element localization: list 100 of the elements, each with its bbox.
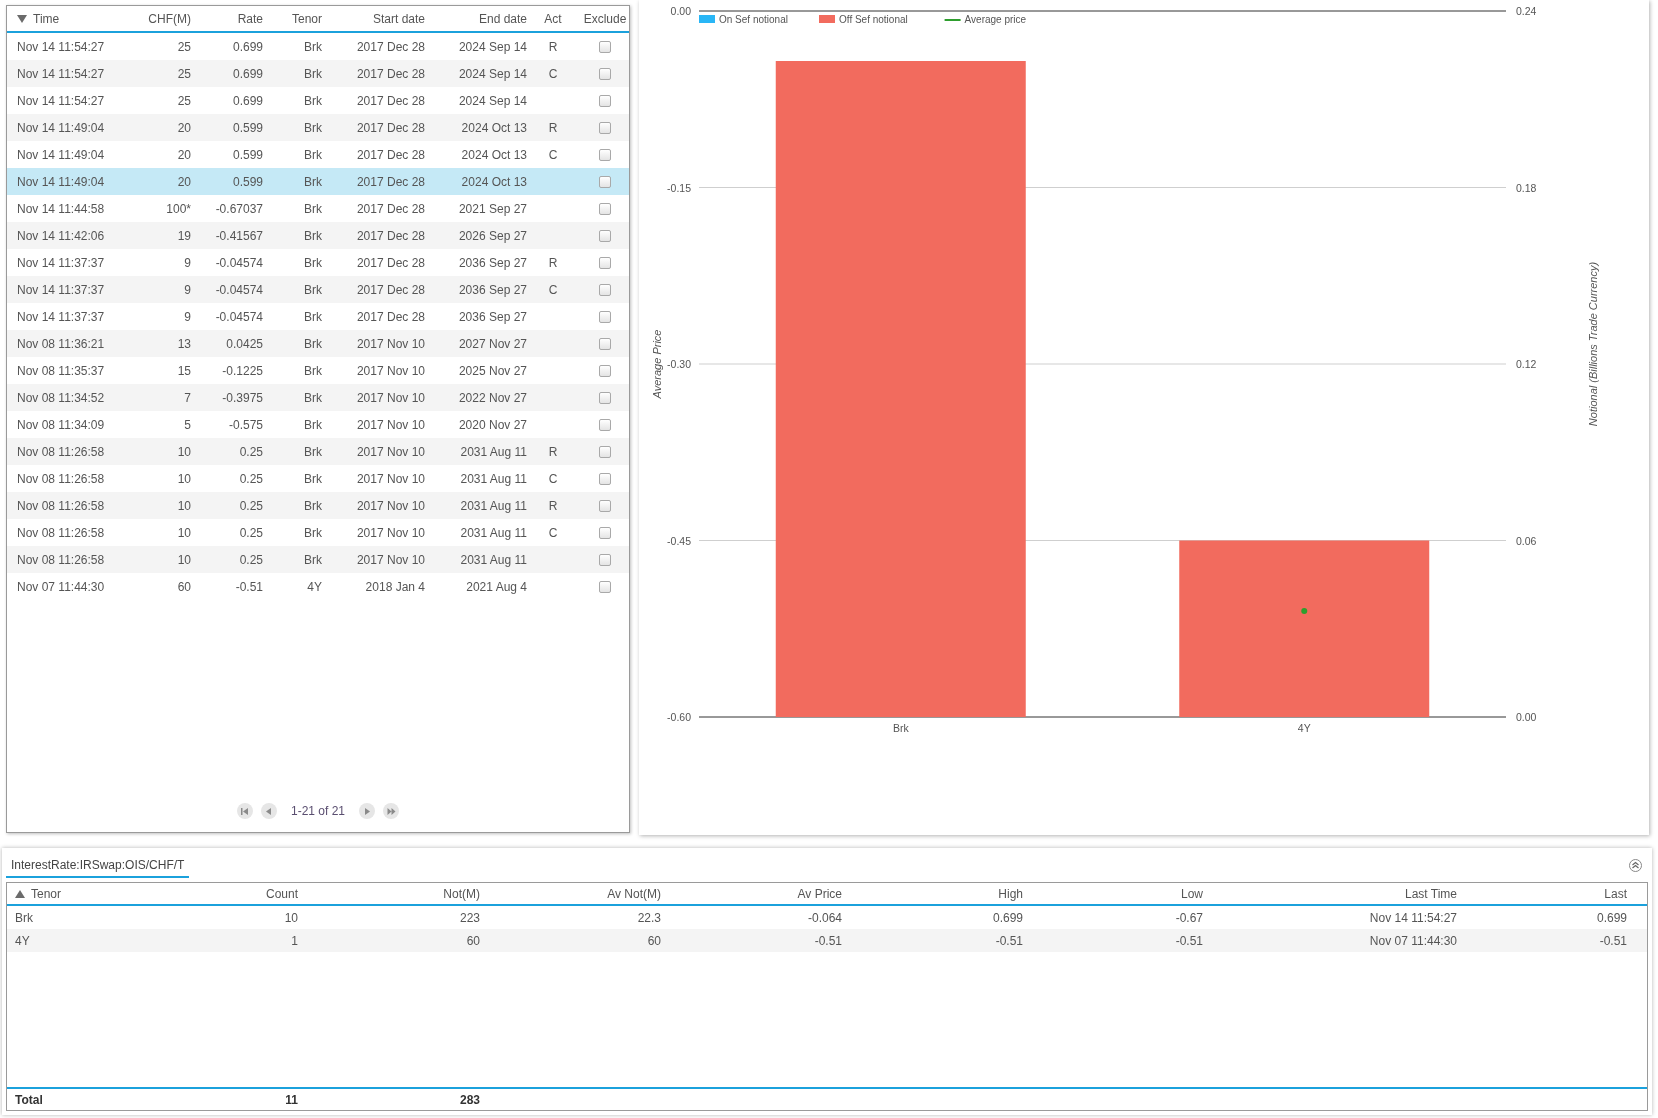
exclude-checkbox[interactable] [599,553,611,566]
legend-item[interactable]: Average price [944,14,1027,25]
exclude-checkbox[interactable] [599,310,611,323]
collapse-icon[interactable] [1629,859,1642,872]
exclude-checkbox[interactable] [599,256,611,269]
column-header[interactable]: Last Time [1404,884,1457,903]
table-cell: Nov 14 11:54:27 [17,39,105,54]
table-cell: -0.51 [235,579,263,594]
trade-row[interactable]: Nov 08 11:26:58 10 0.25 Brk 2017 Nov 10 2031 Aug 11 [7,546,629,573]
trade-row[interactable]: Nov 08 11:36:21 13 0.0425 Brk 2017 Nov 10 2027 Nov 27 [7,330,629,357]
trade-row[interactable]: Nov 08 11:26:58 10 0.25 Brk 2017 Nov 10 2031 Aug 11 C [7,519,629,546]
trade-row[interactable]: Nov 14 11:44:58 100* -0.67037 Brk 2017 Dec 28 2021 Sep 27 [7,195,629,222]
column-header[interactable]: High [998,884,1023,903]
table-cell: 9 [184,309,191,324]
column-header[interactable]: Start date [372,9,425,28]
exclude-checkbox[interactable] [599,202,611,215]
column-header[interactable]: Count [265,884,298,903]
exclude-checkbox[interactable] [599,364,611,377]
column-header[interactable]: Not(M) [443,884,480,903]
axis-tick-label: 0.00 [1516,711,1537,723]
table-cell: 0.699 [232,39,263,54]
table-cell: Brk [304,228,322,243]
column-header[interactable]: Av Price [797,884,842,903]
panel-tab[interactable]: InterestRate:IRSwap:OIS/CHF/T [6,854,190,878]
trade-row[interactable]: Nov 08 11:26:58 10 0.25 Brk 2017 Nov 10 2031 Aug 11 R [7,492,629,519]
last-page-button[interactable] [383,803,399,819]
table-cell: Brk [304,201,322,216]
table-cell: 10 [177,471,191,486]
table-cell: Brk [304,174,322,189]
table-cell: Nov 07 11:44:30 [1369,933,1457,948]
column-header[interactable]: Low [1181,884,1203,903]
table-cell: Brk [304,147,322,162]
exclude-checkbox[interactable] [599,94,611,107]
table-cell: 2020 Nov 27 [458,417,527,432]
trade-row[interactable]: Nov 14 11:54:27 25 0.699 Brk 2017 Dec 28 2024 Sep 14 R [7,33,629,60]
trade-row[interactable]: Nov 07 11:44:30 60 -0.51 4Y 2018 Jan 4 2021 Aug 4 [7,573,629,600]
table-cell: Nov 14 11:37:37 [17,255,105,270]
axis-tick-label: -0.15 [667,181,691,194]
column-header[interactable]: Tenor [31,884,62,903]
trade-row[interactable]: Nov 14 11:37:37 9 -0.04574 Brk 2017 Dec 28 2036 Sep 27 [7,303,629,330]
table-cell: 2031 Aug 11 [460,444,527,459]
trade-row[interactable]: Nov 08 11:26:58 10 0.25 Brk 2017 Nov 10 2031 Aug 11 R [7,438,629,465]
axis-tick-label: -0.45 [667,534,691,547]
trade-row[interactable]: Nov 14 11:49:04 20 0.599 Brk 2017 Dec 28 2024 Oct 13 C [7,141,629,168]
first-page-button[interactable] [236,803,253,819]
column-header[interactable]: Tenor [291,9,322,28]
column-header[interactable]: Time [33,9,60,28]
table-cell: Nov 14 11:54:27 [1369,910,1457,925]
table-cell: Nov 08 11:26:58 [17,525,105,540]
column-header[interactable]: Exclude [583,9,627,28]
trade-row[interactable]: Nov 14 11:54:27 25 0.699 Brk 2017 Dec 28 2024 Sep 14 C [7,60,629,87]
trade-row[interactable]: Nov 14 11:37:37 9 -0.04574 Brk 2017 Dec 28 2036 Sep 27 R [7,249,629,276]
exclude-checkbox[interactable] [599,337,611,350]
exclude-checkbox[interactable] [599,445,611,458]
total-cell: Total [15,1092,43,1107]
table-cell: 13 [177,336,191,351]
exclude-checkbox[interactable] [599,283,611,296]
exclude-checkbox[interactable] [599,40,611,53]
exclude-checkbox[interactable] [599,148,611,161]
trade-row[interactable]: Nov 14 11:54:27 25 0.699 Brk 2017 Dec 28 2024 Sep 14 [7,87,629,114]
trade-row[interactable]: Nov 14 11:42:06 19 -0.41567 Brk 2017 Dec 28 2026 Sep 27 [7,222,629,249]
exclude-checkbox[interactable] [599,229,611,242]
exclude-checkbox[interactable] [599,499,611,512]
column-header[interactable]: CHF(M) [148,9,191,28]
table-cell: 20 [177,147,191,162]
trade-row[interactable]: Nov 08 11:26:58 10 0.25 Brk 2017 Nov 10 2031 Aug 11 C [7,465,629,492]
axis-tick-label: 0.24 [1516,5,1537,17]
table-cell: Brk [304,390,322,405]
trade-row[interactable]: Nov 14 11:49:04 20 0.599 Brk 2017 Dec 28 2024 Oct 13 R [7,114,629,141]
table-cell: Nov 07 11:44:30 [17,579,105,594]
previous-page-button[interactable] [260,803,277,819]
exclude-checkbox[interactable] [599,175,611,188]
next-page-button[interactable] [359,803,375,819]
exclude-checkbox[interactable] [599,391,611,404]
table-cell: 60 [466,933,480,948]
exclude-checkbox[interactable] [599,526,611,539]
trade-row[interactable]: Nov 14 11:37:37 9 -0.04574 Brk 2017 Dec 28 2036 Sep 27 C [7,276,629,303]
exclude-checkbox[interactable] [599,472,611,485]
table-cell: 223 [459,910,480,925]
trade-row[interactable]: Nov 08 11:35:37 15 -0.1225 Brk 2017 Nov 10 2025 Nov 27 [7,357,629,384]
table-cell: R [548,498,558,513]
exclude-checkbox[interactable] [599,580,611,593]
column-header[interactable]: End date [478,9,527,28]
column-header[interactable]: Rate [237,9,263,28]
column-header[interactable]: Av Not(M) [607,884,661,903]
exclude-checkbox[interactable] [599,121,611,134]
exclude-checkbox[interactable] [599,67,611,80]
table-cell: Nov 08 11:35:37 [17,363,105,378]
last-page-icon [386,806,396,816]
table-cell: Nov 14 11:49:04 [17,174,105,189]
trade-row[interactable]: Nov 14 11:49:04 20 0.599 Brk 2017 Dec 28 2024 Oct 13 [7,168,629,195]
exclude-checkbox[interactable] [599,418,611,431]
legend-item[interactable]: On Sef notional [699,14,788,25]
column-header[interactable]: Act [544,9,562,28]
table-cell: 10 [284,910,298,925]
axis-title: Notional (Billions Trade Currency) [1587,261,1599,427]
legend-item[interactable]: Off Sef notional [819,14,908,25]
trade-row[interactable]: Nov 08 11:34:09 5 -0.575 Brk 2017 Nov 10 2020 Nov 27 [7,411,629,438]
column-header[interactable]: Last [1604,884,1627,903]
trade-row[interactable]: Nov 08 11:34:52 7 -0.3975 Brk 2017 Nov 10 2022 Nov 27 [7,384,629,411]
